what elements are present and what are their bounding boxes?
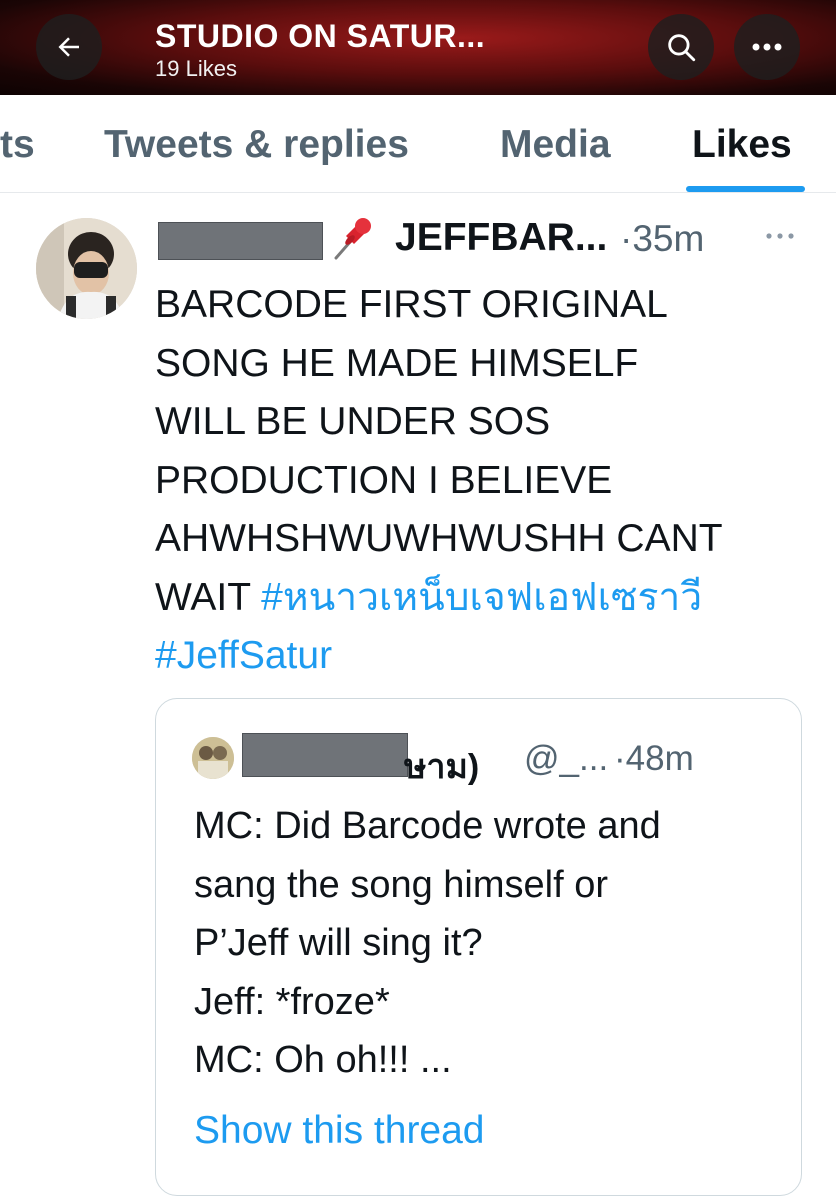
redacted-name bbox=[158, 222, 323, 260]
quoted-time: ·48m bbox=[614, 739, 694, 778]
show-thread-link[interactable]: Show this thread bbox=[194, 1109, 485, 1153]
quoted-tweet-card[interactable]: ษาม) @_... ·48m MC: Did Barcode wrote an… bbox=[155, 698, 802, 1196]
quoted-line: Jeff: *froze* bbox=[194, 980, 390, 1023]
tweet-line: WILL BE UNDER SOS bbox=[155, 400, 551, 443]
hashtag-link[interactable]: #JeffSatur bbox=[155, 627, 825, 686]
quoted-handle: @_... bbox=[524, 739, 609, 778]
tab-media[interactable]: Media bbox=[500, 123, 611, 167]
tab-likes[interactable]: Likes bbox=[692, 123, 792, 167]
search-button[interactable] bbox=[648, 14, 714, 80]
quoted-text: MC: Did Barcode wrote and sang the song … bbox=[194, 797, 784, 1090]
profile-title: STUDIO ON SATUR... bbox=[155, 18, 486, 54]
quoted-name-fragment: ษาม) bbox=[404, 748, 480, 786]
hashtag-link[interactable]: #หนาวเหน็บเจฟเอฟเซราวี bbox=[261, 576, 702, 619]
profile-tabs: ts Tweets & replies Media Likes bbox=[0, 95, 836, 193]
tweet-more-icon[interactable] bbox=[764, 226, 798, 246]
tweet-line: PRODUCTION I BELIEVE bbox=[155, 458, 613, 502]
search-icon bbox=[668, 34, 696, 62]
quoted-avatar bbox=[192, 737, 234, 779]
arrow-left-icon bbox=[58, 37, 79, 57]
tweet-line: AHWHSHWUWHWUSHH CANT bbox=[155, 517, 723, 560]
avatar[interactable] bbox=[36, 218, 137, 319]
quoted-line: sang the song himself or bbox=[194, 863, 609, 906]
tab-tweets-replies[interactable]: Tweets & replies bbox=[104, 123, 409, 167]
ellipsis-icon bbox=[752, 43, 782, 51]
tweet-text: BARCODE FIRST ORIGINAL SONG HE MADE HIMS… bbox=[155, 276, 825, 686]
tab-tweets[interactable]: ts bbox=[0, 123, 35, 167]
tweet-author[interactable]: JEFFBAR... bbox=[395, 216, 607, 260]
pushpin-icon bbox=[334, 218, 371, 260]
tweet-line: BARCODE FIRST ORIGINAL bbox=[155, 283, 668, 326]
tweet-time[interactable]: ·35m bbox=[620, 218, 704, 260]
quoted-line: MC: Oh oh!!! ... bbox=[194, 1039, 452, 1081]
tweet-line: SONG HE MADE HIMSELF bbox=[155, 341, 639, 385]
likes-count: 19 Likes bbox=[155, 56, 237, 81]
redacted-quoted-name bbox=[242, 733, 408, 777]
profile-header: STUDIO ON SATUR... 19 Likes bbox=[0, 0, 836, 95]
quoted-line: P’Jeff will sing it? bbox=[194, 922, 483, 964]
tweet-line-prefix: WAIT bbox=[155, 575, 262, 619]
active-tab-indicator bbox=[686, 186, 805, 192]
quoted-line: MC: Did Barcode wrote and bbox=[194, 805, 661, 847]
back-button[interactable] bbox=[36, 14, 102, 80]
more-button[interactable] bbox=[734, 14, 800, 80]
